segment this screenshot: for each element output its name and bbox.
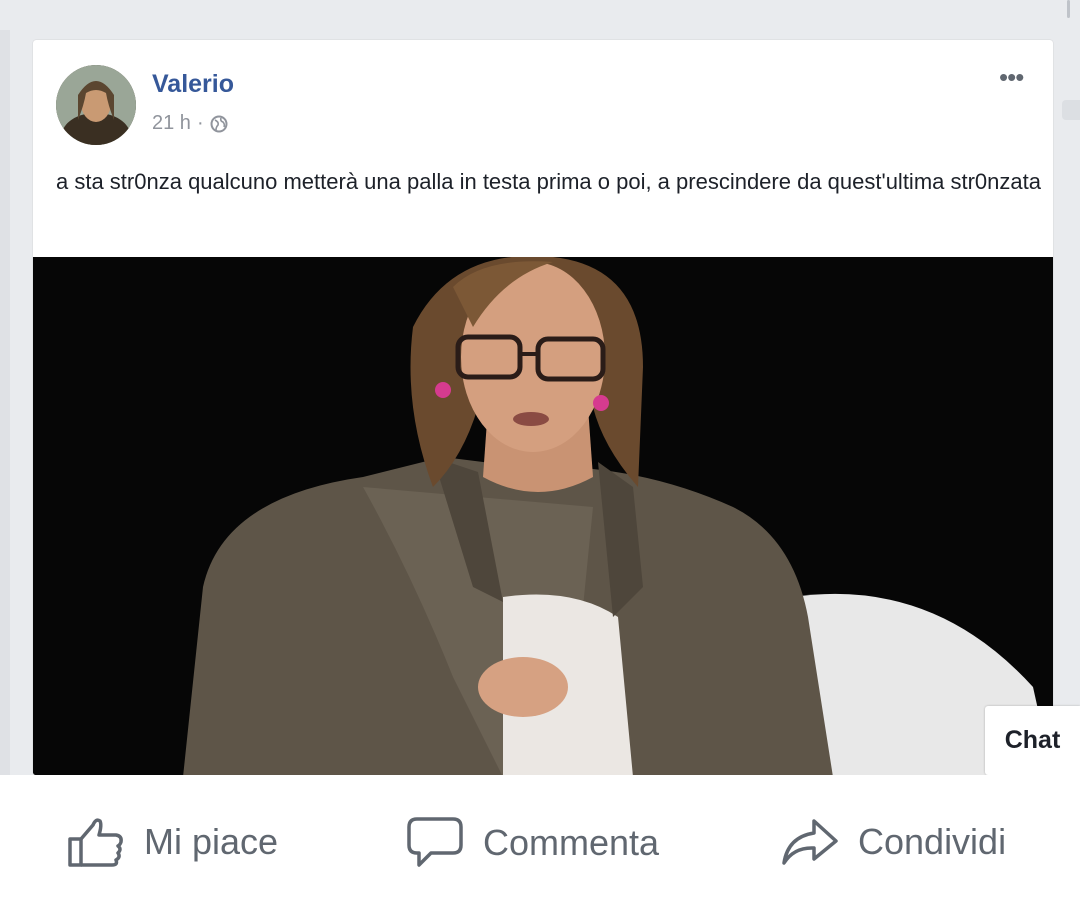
share-label: Condividi [858,821,1007,862]
globe-icon[interactable] [210,115,228,133]
left-page-edge [0,30,10,775]
photo-illustration [33,257,1053,775]
post-photo[interactable] [33,257,1053,775]
scrollbar[interactable] [1067,0,1070,18]
share-arrow-icon [782,819,838,865]
post-action-bar: Mi piace Commenta Condividi [0,775,1080,901]
avatar[interactable] [56,65,136,145]
right-panel-edge [1062,100,1080,120]
like-button[interactable]: Mi piace [66,815,278,869]
like-label: Mi piace [144,821,279,862]
comment-label: Commenta [483,822,660,863]
post-meta: 21 h · [152,112,228,135]
more-options-button[interactable]: ••• [999,64,1024,90]
thumbs-up-icon [68,818,123,867]
meta-separator: · [196,112,204,134]
avatar-image [56,65,136,145]
share-button[interactable]: Condividi [780,815,1006,869]
comment-button[interactable]: Commenta [405,815,659,871]
speech-bubble-icon [407,817,463,867]
chat-button[interactable]: Chat [985,706,1080,775]
post-timestamp[interactable]: 21 h [152,112,191,135]
post-text: a sta str0nza qualcuno metterà una palla… [56,169,1041,194]
author-name[interactable]: Valerio [152,70,234,99]
post-card: Valerio 21 h · ••• a sta str0nza qualcun… [33,40,1053,775]
page-background [0,0,1080,30]
